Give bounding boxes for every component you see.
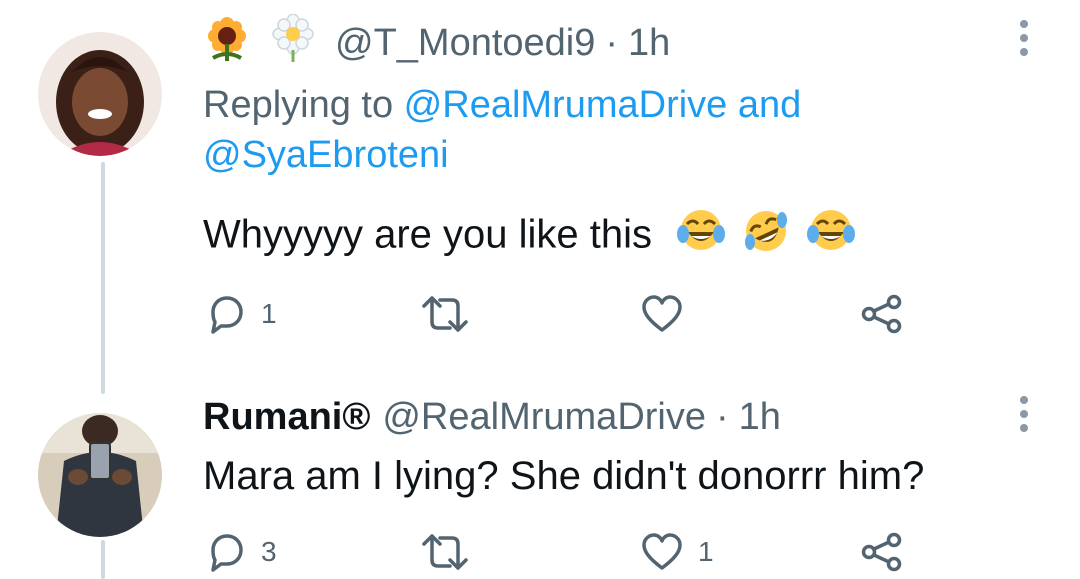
replying-prefix: Replying to <box>203 84 404 126</box>
replying-to: Replying to @RealMrumaDrive and @SyaEbro… <box>203 80 963 180</box>
tears-of-joy-icon <box>807 208 856 266</box>
blossom-icon <box>271 13 315 72</box>
reply-count: 1 <box>261 298 277 329</box>
heart-icon <box>642 295 682 332</box>
separator-dot: · <box>716 395 729 438</box>
reply-icon <box>211 534 243 572</box>
sunflower-icon <box>203 14 251 72</box>
user-handle[interactable]: @RealMrumaDrive <box>382 396 706 439</box>
display-name[interactable]: Rumani® <box>203 396 370 439</box>
avatar[interactable] <box>38 32 162 156</box>
reply-icon <box>211 296 243 334</box>
reply-button[interactable]: 1 <box>205 294 277 334</box>
replying-and[interactable]: and <box>727 84 801 126</box>
tweet-text: Whyyyyy are you like this <box>203 208 856 266</box>
thread-line-bottom <box>101 540 105 579</box>
share-button[interactable] <box>860 532 904 572</box>
tweet-body: Whyyyyy are you like this <box>203 212 653 257</box>
timestamp[interactable]: 1h <box>739 396 781 439</box>
like-button[interactable]: 1 <box>640 532 714 572</box>
mention-link[interactable]: @RealMrumaDrive <box>404 84 728 126</box>
tweet-body: Mara am I lying? She didn't donorrr him? <box>203 454 925 498</box>
share-icon <box>861 532 902 572</box>
retweet-button[interactable] <box>420 294 484 334</box>
like-button[interactable] <box>640 294 698 334</box>
heart-icon <box>642 533 682 570</box>
avatar[interactable] <box>38 413 162 537</box>
tweet-header: Rumani® @RealMrumaDrive · 1h <box>203 392 781 442</box>
retweet-icon <box>422 534 468 570</box>
reply-count: 3 <box>261 536 277 567</box>
retweet-icon <box>422 296 468 332</box>
mention-link[interactable]: @SyaEbroteni <box>203 134 449 176</box>
tweet-text: Mara am I lying? She didn't donorrr him? <box>203 451 924 501</box>
retweet-button[interactable] <box>420 532 484 572</box>
more-options-icon[interactable] <box>1017 396 1031 440</box>
user-handle[interactable]: @T_Montoedi9 <box>335 22 595 65</box>
rofl-icon <box>742 208 790 266</box>
thread-line-top <box>101 162 105 394</box>
share-button[interactable] <box>860 294 904 334</box>
tweet-header: @T_Montoedi9 · 1h <box>203 13 670 68</box>
more-options-icon[interactable] <box>1017 20 1031 64</box>
tears-of-joy-icon <box>677 208 726 266</box>
reply-button[interactable]: 3 <box>205 532 277 572</box>
timestamp[interactable]: 1h <box>628 22 670 65</box>
share-icon <box>861 294 902 334</box>
separator-dot: · <box>605 21 619 64</box>
like-count: 1 <box>698 536 714 567</box>
